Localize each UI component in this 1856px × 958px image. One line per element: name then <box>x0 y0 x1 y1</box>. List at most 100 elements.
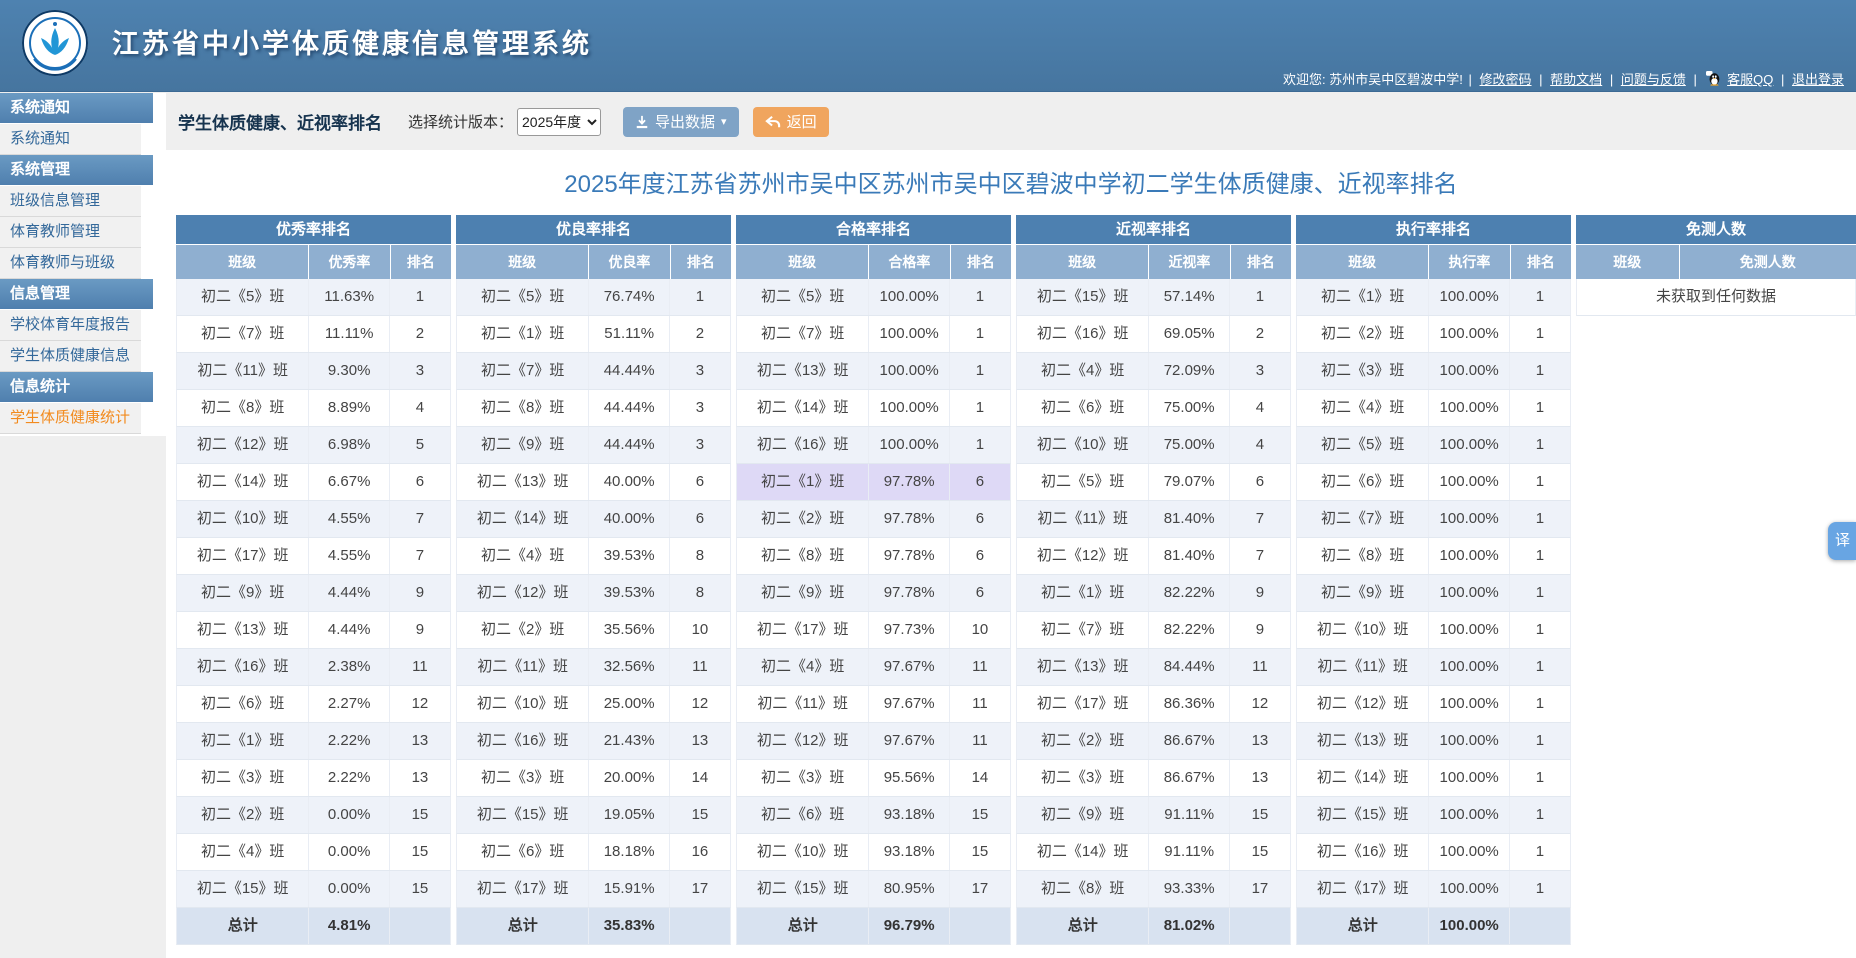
class-cell: 初二《11》班 <box>177 353 309 389</box>
class-cell: 初二《3》班 <box>737 760 869 796</box>
class-cell: 初二《14》班 <box>457 501 589 537</box>
sidebar-item-system-notice[interactable]: 系统通知 <box>0 124 141 155</box>
sidebar-section-system-notice[interactable]: 系统通知 <box>0 93 153 123</box>
table-row: 初二《11》班81.40%7 <box>1016 501 1291 538</box>
value-cell: 35.56% <box>589 612 670 648</box>
sidebar-item-class-info[interactable]: 班级信息管理 <box>0 186 141 217</box>
table-row: 初二《13》班100.00%1 <box>1296 723 1571 760</box>
table-row: 初二《13》班40.00%6 <box>456 464 731 501</box>
tables-area: 优秀率排名班级优秀率排名初二《5》班11.63%1初二《7》班11.11%2初二… <box>176 215 1856 945</box>
table-row: 初二《11》班32.56%11 <box>456 649 731 686</box>
sidebar-item-student-health-info[interactable]: 学生体质健康信息 <box>0 341 141 372</box>
table-row: 初二《12》班81.40%7 <box>1016 538 1291 575</box>
table-row: 初二《4》班100.00%1 <box>1296 390 1571 427</box>
sidebar-section-info-stats[interactable]: 信息统计 <box>0 372 153 402</box>
total-cell: 总计 <box>1017 908 1149 944</box>
table-row: 初二《3》班2.22%13 <box>176 760 451 797</box>
class-cell: 初二《10》班 <box>177 501 309 537</box>
sidebar-item-pe-teacher[interactable]: 体育教师管理 <box>0 217 141 248</box>
table-row: 初二《2》班100.00%1 <box>1296 316 1571 353</box>
rank-cell: 15 <box>1230 797 1290 833</box>
export-data-button[interactable]: 导出数据 ▾ <box>623 107 739 137</box>
sidebar-section-system-manage[interactable]: 系统管理 <box>0 155 153 185</box>
value-cell: 18.18% <box>589 834 670 870</box>
version-select[interactable]: 2025年度 <box>517 108 601 136</box>
table-row: 初二《5》班100.00%1 <box>736 279 1011 316</box>
class-cell: 初二《3》班 <box>1017 760 1149 796</box>
rank-cell: 15 <box>390 834 450 870</box>
total-row: 总计81.02% <box>1016 908 1291 945</box>
change-password-link[interactable]: 修改密码 <box>1480 72 1532 87</box>
rank-cell: 4 <box>1230 390 1290 426</box>
qq-service-link[interactable]: 客服QQ <box>1727 72 1773 87</box>
feedback-link[interactable]: 问题与反馈 <box>1621 72 1686 87</box>
value-cell: 86.67% <box>1149 760 1230 796</box>
table-row: 初二《8》班97.78%6 <box>736 538 1011 575</box>
table-row: 初二《1》班82.22%9 <box>1016 575 1291 612</box>
class-cell: 初二《1》班 <box>1297 279 1429 315</box>
value-cell: 86.36% <box>1149 686 1230 722</box>
rank-cell: 1 <box>1510 760 1570 796</box>
class-cell: 初二《10》班 <box>1017 427 1149 463</box>
class-cell: 初二《7》班 <box>1017 612 1149 648</box>
total-row: 总计4.81% <box>176 908 451 945</box>
rank-cell: 8 <box>670 575 730 611</box>
sidebar-section-info-manage[interactable]: 信息管理 <box>0 279 153 309</box>
table-row: 初二《3》班95.56%14 <box>736 760 1011 797</box>
table-row: 初二《2》班0.00%15 <box>176 797 451 834</box>
value-cell: 2.27% <box>309 686 390 722</box>
sidebar-item-student-health-stats[interactable]: 学生体质健康统计 <box>0 403 141 434</box>
logout-link[interactable]: 退出登录 <box>1792 72 1844 87</box>
rank-cell: 12 <box>670 686 730 722</box>
value-cell: 4.55% <box>309 501 390 537</box>
value-cell: 15.91% <box>589 871 670 907</box>
value-cell: 69.05% <box>1149 316 1230 352</box>
class-cell: 初二《4》班 <box>457 538 589 574</box>
rank-cell: 17 <box>950 871 1010 907</box>
value-cell: 82.22% <box>1149 575 1230 611</box>
value-cell: 79.07% <box>1149 464 1230 500</box>
table-row: 初二《6》班100.00%1 <box>1296 464 1571 501</box>
sidebar-item-school-annual-report[interactable]: 学校体育年度报告 <box>0 310 141 341</box>
main-content: 2025年度江苏省苏州市吴中区苏州市吴中区碧波中学初二学生体质健康、近视率排名 … <box>166 150 1856 958</box>
version-label: 选择统计版本： <box>408 111 513 132</box>
back-button[interactable]: 返回 <box>753 107 829 137</box>
value-cell: 100.00% <box>1429 575 1510 611</box>
value-cell: 84.44% <box>1149 649 1230 685</box>
total-cell: 100.00% <box>1429 908 1510 944</box>
table-subheader: 班级合格率排名 <box>736 245 1011 279</box>
return-arrow-icon <box>765 115 781 129</box>
class-cell: 初二《11》班 <box>1297 649 1429 685</box>
table-row: 初二《8》班44.44%3 <box>456 390 731 427</box>
rank-cell: 8 <box>670 538 730 574</box>
value-cell: 100.00% <box>1429 353 1510 389</box>
table-row: 初二《16》班100.00%1 <box>1296 834 1571 871</box>
help-doc-link[interactable]: 帮助文档 <box>1550 72 1602 87</box>
value-cell: 44.44% <box>589 427 670 463</box>
class-cell: 初二《4》班 <box>1017 353 1149 389</box>
class-cell: 初二《13》班 <box>1017 649 1149 685</box>
class-cell: 初二《3》班 <box>177 760 309 796</box>
table-row: 初二《12》班100.00%1 <box>1296 686 1571 723</box>
class-cell: 初二《13》班 <box>177 612 309 648</box>
translate-tab[interactable]: 译 <box>1828 522 1856 560</box>
value-cell: 57.14% <box>1149 279 1230 315</box>
table-row: 初二《15》班57.14%1 <box>1016 279 1291 316</box>
table-row: 初二《10》班100.00%1 <box>1296 612 1571 649</box>
rank-cell: 6 <box>1230 464 1290 500</box>
class-cell: 初二《4》班 <box>737 649 869 685</box>
column-header: 班级 <box>1296 245 1429 279</box>
table-title: 优良率排名 <box>456 215 731 245</box>
rank-cell: 2 <box>1230 316 1290 352</box>
table-row: 初二《5》班79.07%6 <box>1016 464 1291 501</box>
value-cell: 100.00% <box>1429 538 1510 574</box>
table-row: 初二《16》班69.05%2 <box>1016 316 1291 353</box>
class-cell: 初二《15》班 <box>1017 279 1149 315</box>
class-cell: 初二《7》班 <box>457 353 589 389</box>
column-header: 班级 <box>1576 245 1680 279</box>
sidebar-item-pe-teacher-class[interactable]: 体育教师与班级 <box>0 248 141 279</box>
class-cell: 初二《6》班 <box>737 797 869 833</box>
rank-cell: 3 <box>670 353 730 389</box>
table-row: 初二《10》班25.00%12 <box>456 686 731 723</box>
rank-cell: 11 <box>670 649 730 685</box>
